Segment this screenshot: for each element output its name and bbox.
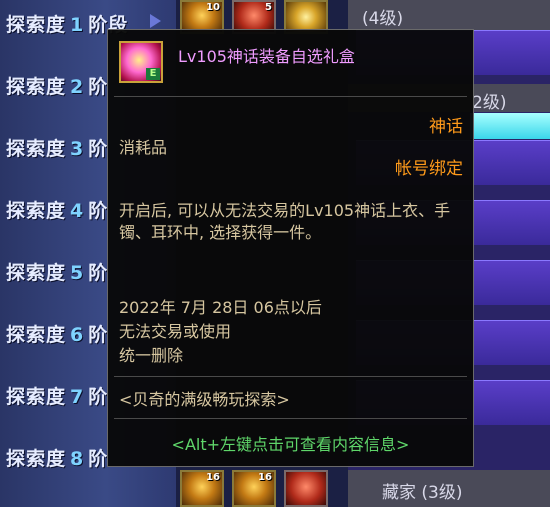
achievement-row[interactable]: (4级)	[348, 0, 550, 30]
stage-label: 探索度 3 阶	[6, 138, 109, 160]
item-title: Lv105神话装备自选礼盒	[178, 47, 355, 66]
reward-slot[interactable]: 16	[232, 470, 276, 507]
progress-highlight	[470, 113, 550, 139]
stage-label: 探索度 6 阶	[6, 324, 109, 346]
alt-click-hint: <Alt+左键点击可查看内容信息>	[171, 435, 410, 454]
expiry-date: 2022年 7月 28日 06点以后	[119, 298, 322, 317]
stage-label: 探索度 7 阶	[6, 386, 109, 408]
slot-count: 10	[206, 2, 220, 13]
item-description: 开启后, 可以从无法交易的Lv105神话上衣、手镯、耳环中, 选择获得一件。	[119, 201, 451, 242]
item-category: 消耗品	[119, 138, 168, 157]
stage-label: 探索度 4 阶	[6, 200, 109, 222]
stage-label: 探索度 2 阶	[6, 76, 109, 98]
reward-slot[interactable]	[284, 470, 328, 507]
divider	[114, 418, 467, 419]
slot-count: 5	[265, 2, 272, 13]
play-arrow-icon[interactable]	[150, 14, 161, 28]
item-bind-status: 帐号绑定	[395, 159, 463, 179]
divider	[114, 96, 467, 97]
restriction-text: 无法交易或使用	[119, 322, 232, 341]
restriction-text: 统一删除	[119, 346, 184, 365]
divider	[114, 376, 467, 377]
reward-slot[interactable]: 16	[180, 470, 224, 507]
stage-label: 探索度 8 阶	[6, 448, 109, 470]
stage-label: 探索度 5 阶	[6, 262, 109, 284]
achievement-row[interactable]: 藏家 (3级)	[348, 470, 550, 507]
slot-count: 16	[206, 472, 220, 483]
gift-box-icon: E	[119, 41, 163, 83]
equipment-badge: E	[146, 68, 160, 80]
item-tooltip: E Lv105神话装备自选礼盒 神话 消耗品 帐号绑定 开启后, 可以从无法交易…	[107, 29, 474, 467]
item-source: <贝奇的满级畅玩探索>	[119, 390, 290, 409]
item-grade: 神话	[429, 117, 463, 137]
slot-count: 16	[258, 472, 272, 483]
achievement-label: (4级)	[362, 9, 404, 29]
achievement-label: 藏家 (3级)	[382, 483, 463, 503]
achievement-label: 2级)	[472, 93, 507, 113]
